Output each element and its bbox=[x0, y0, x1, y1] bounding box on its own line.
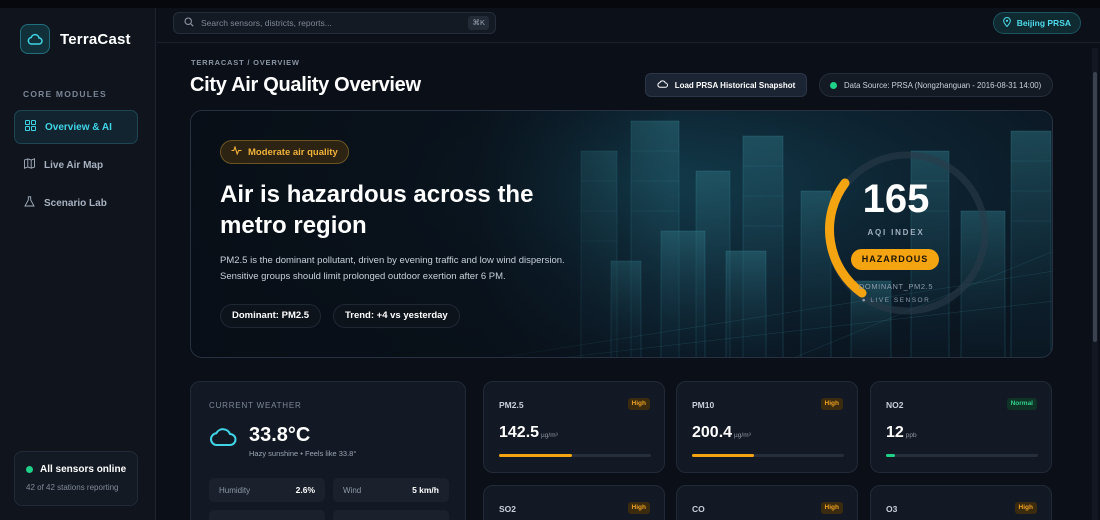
weather-summary: Hazy sunshine • Feels like 33.8° bbox=[249, 449, 357, 458]
weather-stat-placeholder bbox=[333, 510, 449, 520]
load-snapshot-button[interactable]: Load PRSA Historical Snapshot bbox=[645, 73, 807, 97]
pollutant-level-fill bbox=[886, 454, 896, 457]
pollutant-unit: ppb bbox=[905, 432, 917, 439]
wind-value: 5 km/h bbox=[412, 485, 439, 495]
pollutant-card-no2[interactable]: NO2 Normal 12 ppb bbox=[870, 381, 1052, 473]
pollutant-card-o3[interactable]: O3 High bbox=[870, 485, 1052, 520]
page-title: City Air Quality Overview bbox=[190, 74, 421, 96]
hero-description: PM2.5 is the dominant pollutant, driven … bbox=[220, 255, 565, 282]
aqi-status-badge: HAZARDOUS bbox=[851, 249, 939, 270]
pollutant-card-co[interactable]: CO High bbox=[676, 485, 858, 520]
load-snapshot-label: Load PRSA Historical Snapshot bbox=[674, 80, 796, 90]
pollutant-level-bar bbox=[886, 454, 1038, 457]
search-icon bbox=[184, 14, 194, 32]
humidity-value: 2.6% bbox=[295, 485, 315, 495]
sidebar-item-overview[interactable]: Overview & AI bbox=[14, 110, 138, 144]
sensor-status-title-row: All sensors online bbox=[26, 464, 137, 475]
pollutant-card-pm25[interactable]: PM2.5 High 142.5 µg/m³ bbox=[483, 381, 665, 473]
aqi-dominant-pollutant: DOMINANT_PM2.5 bbox=[858, 282, 934, 291]
pollutant-status-badge: High bbox=[820, 502, 843, 514]
top-header: Search sensors, districts, reports... ⌘K… bbox=[157, 8, 1100, 43]
location-pin-icon bbox=[1002, 17, 1011, 29]
cloud-icon bbox=[657, 80, 668, 90]
hero-headline: Air is hazardous across the metro region bbox=[220, 181, 534, 239]
weather-label: CURRENT WEATHER bbox=[209, 401, 302, 410]
pollutant-level-fill bbox=[499, 454, 572, 457]
pollutant-value-row: 200.4 µg/m³ bbox=[692, 424, 751, 442]
air-quality-status-label: Moderate air quality bbox=[248, 146, 338, 158]
source-status-dot-icon bbox=[830, 81, 837, 89]
window-top-strip bbox=[0, 0, 1100, 8]
status-dot-icon bbox=[26, 466, 33, 473]
aqi-label: AQI INDEX bbox=[867, 228, 925, 237]
sensor-status-title: All sensors online bbox=[40, 464, 127, 475]
search-placeholder: Search sensors, districts, reports... bbox=[201, 18, 332, 28]
pollutant-name: CO bbox=[692, 504, 705, 514]
pollutant-value-row: 12 ppb bbox=[886, 424, 917, 442]
pulse-icon bbox=[231, 145, 242, 158]
sidebar-section-label: CORE MODULES bbox=[23, 89, 107, 99]
wind-label: Wind bbox=[343, 485, 362, 495]
grid-icon bbox=[25, 120, 36, 134]
main-content: TERRACAST / OVERVIEW City Air Quality Ov… bbox=[157, 44, 1087, 520]
location-button[interactable]: Beijing PRSA bbox=[992, 12, 1081, 34]
sidebar-item-label: Scenario Lab bbox=[44, 197, 107, 209]
search-shortcut-badge: ⌘K bbox=[468, 16, 489, 30]
pollutant-value: 142.5 bbox=[499, 424, 540, 441]
location-label: Beijing PRSA bbox=[1016, 18, 1071, 28]
pollutant-status-badge: High bbox=[627, 398, 650, 410]
wind-stat: Wind 5 km/h bbox=[333, 478, 449, 502]
weather-temperature: 33.8°C bbox=[249, 424, 311, 446]
pollutant-value: 200.4 bbox=[692, 424, 733, 441]
search-input[interactable]: Search sensors, districts, reports... ⌘K bbox=[173, 12, 496, 34]
dominant-pollutant-chip[interactable]: Dominant: PM2.5 bbox=[220, 304, 322, 328]
cloud-weather-icon bbox=[209, 427, 237, 452]
pollutant-status-badge: Normal bbox=[1006, 398, 1037, 410]
sidebar-nav: Overview & AI Live Air Map Scenario Lab bbox=[14, 110, 138, 224]
breadcrumb: TERRACAST / OVERVIEW bbox=[191, 58, 300, 67]
trend-chip[interactable]: Trend: +4 vs yesterday bbox=[333, 304, 460, 328]
pollutant-level-bar bbox=[499, 454, 651, 457]
sensor-status-card: All sensors online 42 of 42 stations rep… bbox=[14, 451, 138, 506]
pollutant-value-row: 142.5 µg/m³ bbox=[499, 424, 558, 442]
data-source-label: Data Source: PRSA (Nongzhanguan - 2016-0… bbox=[844, 80, 1042, 90]
sidebar-item-label: Live Air Map bbox=[44, 159, 104, 171]
scrollbar-thumb[interactable] bbox=[1093, 72, 1097, 342]
aqi-live-sensor-label: ● LIVE SENSOR bbox=[861, 297, 931, 304]
sensor-status-subtitle: 42 of 42 stations reporting bbox=[26, 483, 119, 492]
cloud-logo-icon bbox=[20, 24, 50, 54]
pollutant-level-bar bbox=[692, 454, 844, 457]
pollutant-unit: µg/m³ bbox=[734, 432, 751, 439]
air-quality-status-badge: Moderate air quality bbox=[220, 140, 349, 164]
brand-name: TerraCast bbox=[60, 30, 131, 48]
sidebar-item-scenario-lab[interactable]: Scenario Lab bbox=[14, 186, 138, 220]
map-icon bbox=[24, 158, 35, 172]
sidebar-item-live-air-map[interactable]: Live Air Map bbox=[14, 148, 138, 182]
pollutant-name: SO2 bbox=[499, 504, 517, 514]
pollutant-status-badge: High bbox=[1014, 502, 1037, 514]
pollutant-status-badge: High bbox=[820, 398, 843, 410]
humidity-label: Humidity bbox=[219, 485, 251, 495]
sidebar-item-label: Overview & AI bbox=[45, 121, 112, 133]
pollutant-value: 12 bbox=[886, 424, 904, 441]
air-quality-hero: Moderate air quality Air is hazardous ac… bbox=[190, 110, 1053, 358]
pollutant-name: O3 bbox=[886, 504, 898, 514]
pollutant-status-badge: High bbox=[627, 502, 650, 514]
pollutant-name: NO2 bbox=[886, 400, 904, 410]
brand[interactable]: TerraCast bbox=[20, 24, 131, 54]
pollutant-unit: µg/m³ bbox=[541, 432, 558, 439]
pollutant-name: PM2.5 bbox=[499, 400, 524, 410]
aqi-value: 165 bbox=[862, 177, 930, 221]
pollutant-level-fill bbox=[692, 454, 755, 457]
current-weather-card: CURRENT WEATHER 33.8°C Hazy sunshine • F… bbox=[190, 381, 466, 520]
pollutant-name: PM10 bbox=[692, 400, 715, 410]
pollutant-card-so2[interactable]: SO2 High bbox=[483, 485, 665, 520]
data-source-badge: Data Source: PRSA (Nongzhanguan - 2016-0… bbox=[819, 73, 1053, 97]
pollutant-card-pm10[interactable]: PM10 High 200.4 µg/m³ bbox=[676, 381, 858, 473]
flask-icon bbox=[24, 196, 35, 210]
sidebar: TerraCast CORE MODULES Overview & AI Liv… bbox=[0, 8, 156, 520]
humidity-stat: Humidity 2.6% bbox=[209, 478, 325, 502]
weather-stat-placeholder bbox=[209, 510, 325, 520]
